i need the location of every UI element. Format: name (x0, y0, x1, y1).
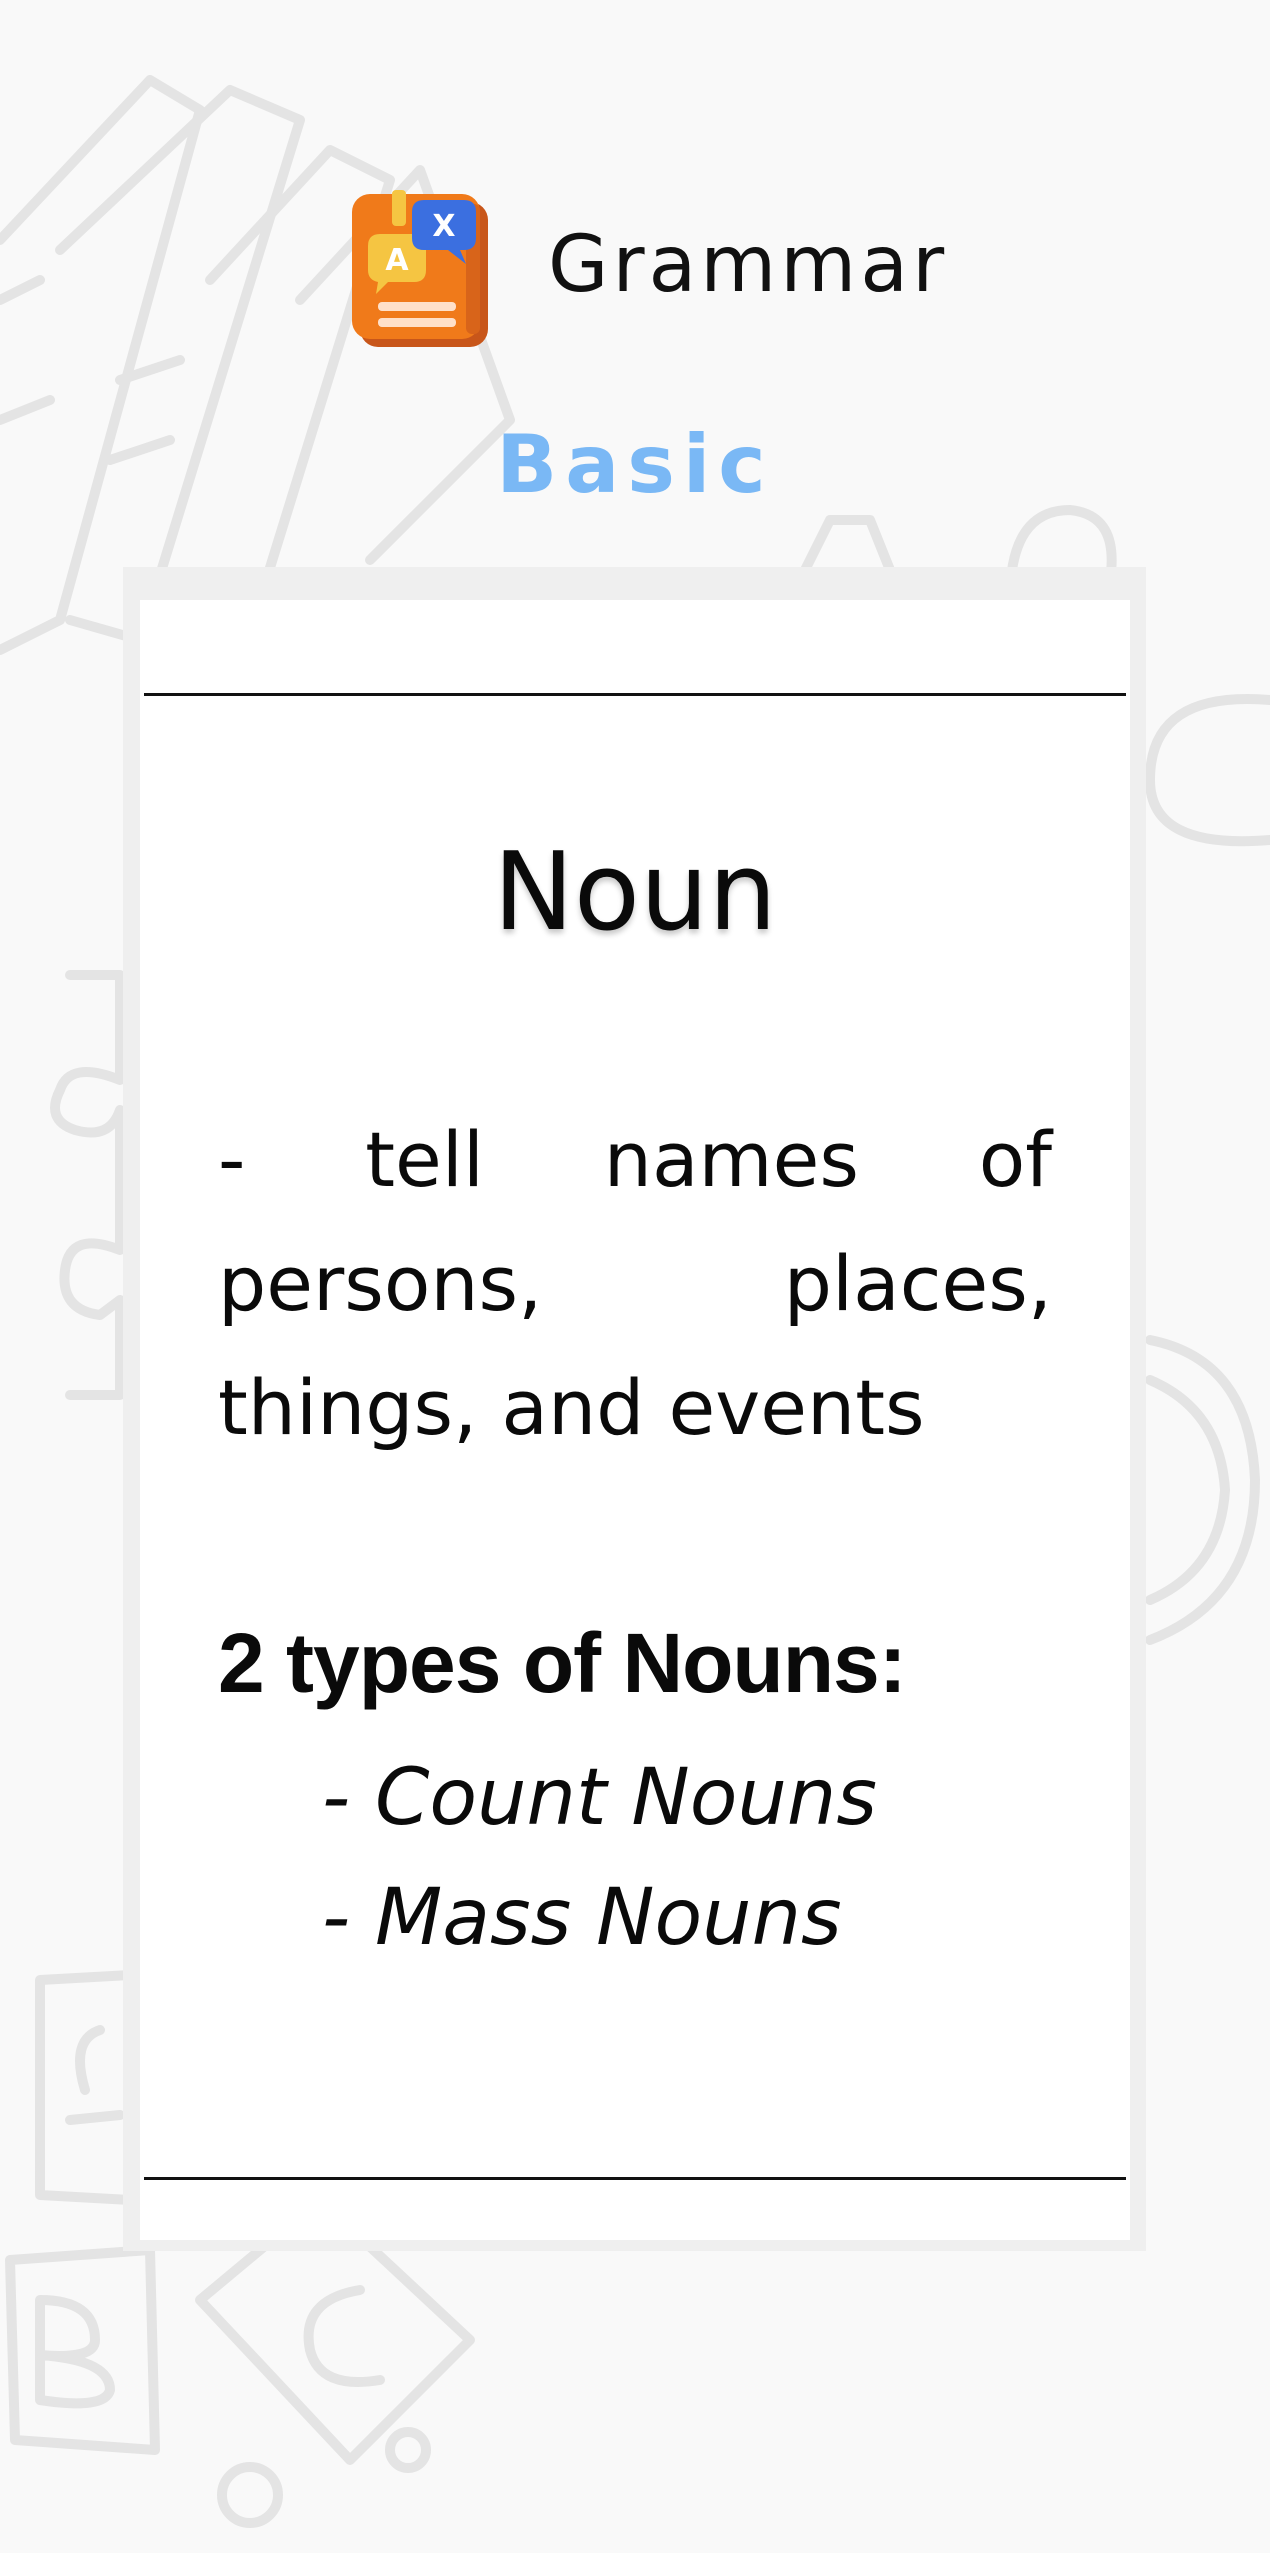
level-label: Basic (496, 418, 774, 511)
app-header: A X Grammar (0, 180, 1270, 360)
types-heading: 2 types of Nouns: (218, 1616, 907, 1710)
term-definition: - tell names of persons, places, things,… (218, 1115, 1052, 1452)
bottom-divider (144, 2177, 1126, 2180)
term-title: Noun (493, 830, 777, 955)
logo-letter-x: X (432, 209, 455, 244)
type-item-mass-nouns: - Mass Nouns (322, 1873, 842, 1963)
app-title: Grammar (548, 220, 949, 310)
top-divider (144, 693, 1126, 696)
type-item-count-nouns: - Count Nouns (322, 1753, 877, 1843)
logo-letter-a: A (385, 243, 409, 278)
types-list: - Count Nouns - Mass Nouns (322, 1738, 877, 1978)
grammar-book-icon: A X (352, 190, 488, 347)
